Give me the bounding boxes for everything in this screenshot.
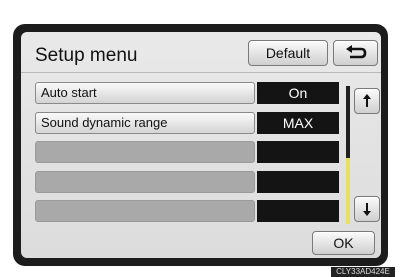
setting-label xyxy=(35,171,255,193)
return-arrow-icon xyxy=(345,45,366,59)
setting-label[interactable]: Sound dynamic range xyxy=(35,112,255,134)
page-title: Setup menu xyxy=(35,45,138,66)
setting-value xyxy=(257,171,339,193)
scroll-down-icon xyxy=(363,203,371,216)
default-button-label: Default xyxy=(265,45,311,61)
header-divider xyxy=(21,72,381,73)
setting-value xyxy=(257,141,339,163)
ok-button-label: OK xyxy=(333,235,354,251)
setting-label xyxy=(35,200,255,222)
default-button[interactable]: Default xyxy=(248,40,328,66)
scroll-up-button[interactable] xyxy=(354,88,380,114)
setting-value: On xyxy=(257,82,339,104)
image-code-label: CLY33AD424E xyxy=(331,267,395,277)
scrollbar-thumb[interactable] xyxy=(346,157,350,224)
back-button[interactable] xyxy=(333,40,378,66)
setting-row-sound-dynamic-range[interactable]: Sound dynamic range MAX xyxy=(35,112,339,134)
scroll-down-button[interactable] xyxy=(354,196,380,222)
setting-row-empty xyxy=(35,171,339,193)
setting-label[interactable]: Auto start xyxy=(35,82,255,104)
ok-button[interactable]: OK xyxy=(312,231,375,255)
setting-label xyxy=(35,141,255,163)
setting-row-empty xyxy=(35,200,339,222)
scroll-up-icon xyxy=(363,94,371,107)
setup-menu-screen: Setup menu Default Auto start On Sound d… xyxy=(21,32,381,258)
setting-row-auto-start[interactable]: Auto start On xyxy=(35,82,339,104)
setting-row-empty xyxy=(35,141,339,163)
scrollbar[interactable] xyxy=(346,86,350,224)
setting-value: MAX xyxy=(257,112,339,134)
setting-value xyxy=(257,200,339,222)
